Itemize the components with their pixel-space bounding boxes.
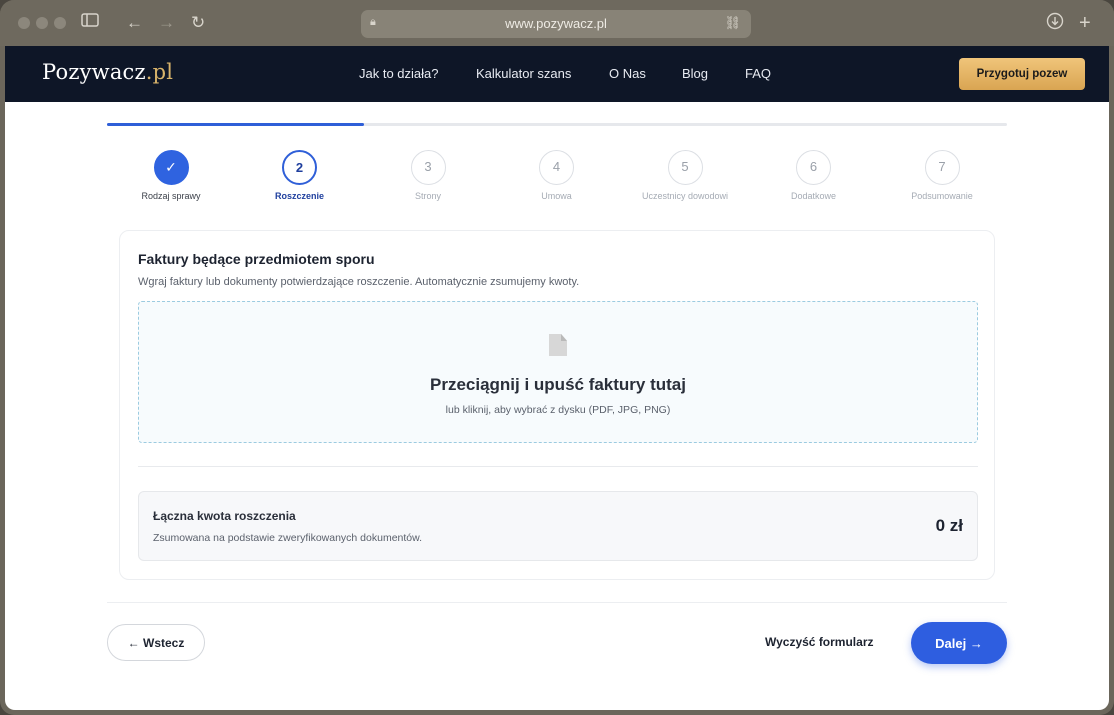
forward-arrow-icon[interactable]: → [158, 12, 175, 34]
nav-link-how-it-works[interactable]: Jak to działa? [359, 66, 439, 81]
prepare-lawsuit-button[interactable]: Przygotuj pozew [959, 58, 1085, 90]
step-5: 5 Uczestnicy dowodowi [620, 150, 750, 201]
browser-toolbar: ← → ↻ 🔒︎ www.pozywacz.pl ⛓︎ + [0, 0, 1114, 46]
nav-link-faq[interactable]: FAQ [745, 66, 771, 81]
step-4: 4 Umowa [492, 150, 622, 201]
step-number: 7 [924, 150, 960, 185]
page-viewport: Pozywacz.pl Jak to działa? Kalkulator sz… [5, 46, 1109, 710]
logo-main: Pozywacz [42, 60, 146, 84]
invoice-dropzone[interactable]: Przeciągnij i upuść faktury tutaj lub kl… [138, 301, 978, 443]
total-value: 0 zł [935, 516, 963, 535]
file-icon [549, 334, 567, 356]
step-number: 4 [539, 150, 574, 185]
card-title: Faktury będące przedmiotem sporu [138, 251, 375, 267]
step-label: Rodzaj sprawy [141, 191, 201, 201]
step-2[interactable]: 2 Roszczenie [235, 150, 365, 201]
dropzone-title: Przeciągnij i upuść faktury tutaj [429, 375, 686, 394]
clear-form-button[interactable]: Wyczyść formularz [765, 635, 874, 649]
step-label: Roszczenie [274, 191, 325, 201]
step-1[interactable]: ✓ Rodzaj sprawy [106, 150, 236, 201]
step-label: Umowa [541, 191, 572, 201]
browser-window: ← → ↻ 🔒︎ www.pozywacz.pl ⛓︎ + Pozywacz.p… [0, 0, 1114, 715]
total-subtitle: Zsumowana na podstawie zweryfikowanych d… [153, 532, 423, 544]
step-7: 7 Podsumowanie [877, 150, 1007, 201]
step-3: 3 Strony [363, 150, 493, 201]
address-bar[interactable]: 🔒︎ www.pozywacz.pl ⛓︎ [361, 10, 751, 38]
link-icon[interactable]: ⛓︎ [724, 15, 741, 31]
step-label: Uczestnicy dowodowi [641, 191, 729, 201]
back-arrow-icon[interactable]: ← [126, 12, 143, 34]
zoom-window-button[interactable] [54, 17, 66, 29]
minimize-window-button[interactable] [36, 17, 48, 29]
dropzone-subtitle: lub kliknij, aby wybrać z dysku (PDF, JP… [445, 404, 671, 416]
step-number: 6 [796, 150, 831, 185]
progress-fill [107, 123, 365, 126]
site-logo[interactable]: Pozywacz.pl [42, 60, 173, 84]
step-number: 5 [667, 150, 703, 185]
card-divider [138, 466, 978, 467]
step-number: 3 [410, 150, 446, 185]
claim-total-box: Łączna kwota roszczenia Zsumowana na pod… [138, 491, 978, 561]
check-icon: ✓ [153, 150, 189, 185]
site-navbar: Pozywacz.pl Jak to działa? Kalkulator sz… [5, 46, 1109, 102]
url-text: www.pozywacz.pl [505, 16, 607, 31]
logo-tld: .pl [145, 60, 174, 84]
progress-track [107, 123, 1007, 126]
nav-link-about[interactable]: O Nas [609, 66, 646, 81]
total-label: Łączna kwota roszczenia [153, 509, 296, 523]
nav-link-calculator[interactable]: Kalkulator szans [476, 66, 571, 81]
download-icon[interactable] [1046, 12, 1064, 36]
sidebar-icon[interactable] [81, 12, 99, 34]
step-label: Dodatkowe [790, 191, 837, 201]
next-button[interactable]: Dalej → [911, 622, 1007, 664]
step-6: 6 Dodatkowe [749, 150, 879, 201]
close-window-button[interactable] [18, 17, 30, 29]
invoices-card: Faktury będące przedmiotem sporu Wgraj f… [119, 230, 995, 580]
card-description: Wgraj faktury lub dokumenty potwierdzają… [138, 276, 580, 288]
step-label: Podsumowanie [911, 191, 973, 201]
new-tab-icon[interactable]: + [1079, 12, 1091, 34]
reload-icon[interactable]: ↻ [191, 12, 205, 34]
step-number: 2 [282, 150, 317, 185]
nav-link-blog[interactable]: Blog [682, 66, 708, 81]
back-button[interactable]: ← Wstecz [107, 624, 205, 661]
footer-divider [107, 602, 1007, 603]
step-label: Strony [414, 191, 441, 201]
